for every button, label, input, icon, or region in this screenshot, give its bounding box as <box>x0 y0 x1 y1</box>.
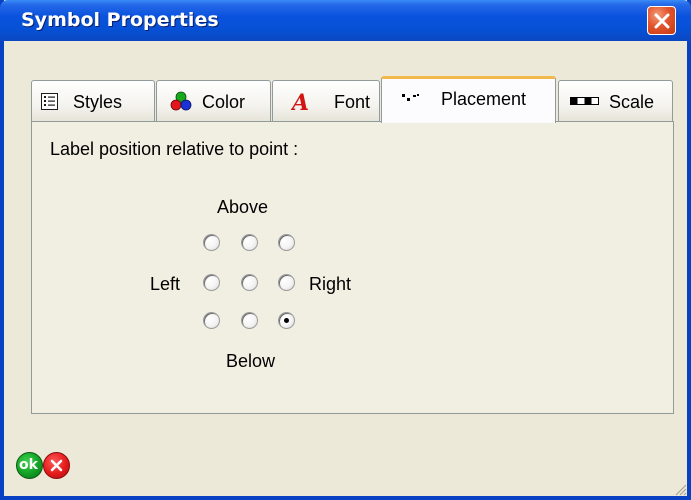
tab-styles[interactable]: Styles <box>31 80 155 122</box>
scale-bar-icon <box>570 97 599 105</box>
title-bar[interactable]: Symbol Properties <box>0 0 691 41</box>
tab-font-label: Font <box>334 92 371 112</box>
ok-icon: ok <box>19 457 38 473</box>
radio-bottom-center[interactable] <box>241 312 258 329</box>
close-button[interactable] <box>647 6 676 35</box>
instruction-text: Label position relative to point : <box>50 139 299 159</box>
radio-top-center[interactable] <box>241 234 258 251</box>
tab-placement-label: Placement <box>441 89 527 109</box>
placement-dots-icon <box>402 94 419 101</box>
right-label: Right <box>309 274 352 294</box>
placement-panel: Label position relative to point : Above… <box>31 121 674 414</box>
radio-top-left[interactable] <box>203 234 220 251</box>
list-icon <box>41 93 58 110</box>
radio-bottom-right[interactable] <box>278 312 295 329</box>
tab-scale-label: Scale <box>609 92 655 112</box>
radio-top-right[interactable] <box>278 234 295 251</box>
close-icon <box>654 13 670 29</box>
symbol-properties-dialog: Symbol Properties Styles Color A Font Pl… <box>0 0 691 500</box>
color-circles-icon <box>170 91 192 111</box>
cancel-icon <box>50 459 63 472</box>
tab-color[interactable]: Color <box>156 80 271 122</box>
tab-styles-label: Styles <box>73 92 123 112</box>
tab-font[interactable]: A Font <box>272 80 380 122</box>
tab-scale[interactable]: Scale <box>558 80 673 122</box>
window-title: Symbol Properties <box>21 9 219 31</box>
left-label: Left <box>150 274 181 294</box>
radio-selected-dot <box>284 318 289 323</box>
radio-middle-left[interactable] <box>203 274 220 291</box>
tab-placement[interactable]: Placement <box>381 76 556 123</box>
svg-text:A: A <box>291 90 309 114</box>
ok-button[interactable]: ok <box>16 452 43 479</box>
radio-middle-right[interactable] <box>278 274 295 291</box>
tab-color-label: Color <box>202 92 246 112</box>
font-a-icon: A <box>291 90 309 114</box>
radio-bottom-left[interactable] <box>203 312 220 329</box>
below-label: Below <box>226 351 276 371</box>
above-label: Above <box>217 197 269 217</box>
tab-bar: Styles Color A Font Placement Scale <box>31 76 681 123</box>
cancel-button[interactable] <box>43 452 70 479</box>
radio-middle-center[interactable] <box>241 274 258 291</box>
resize-grip[interactable] <box>673 482 687 496</box>
